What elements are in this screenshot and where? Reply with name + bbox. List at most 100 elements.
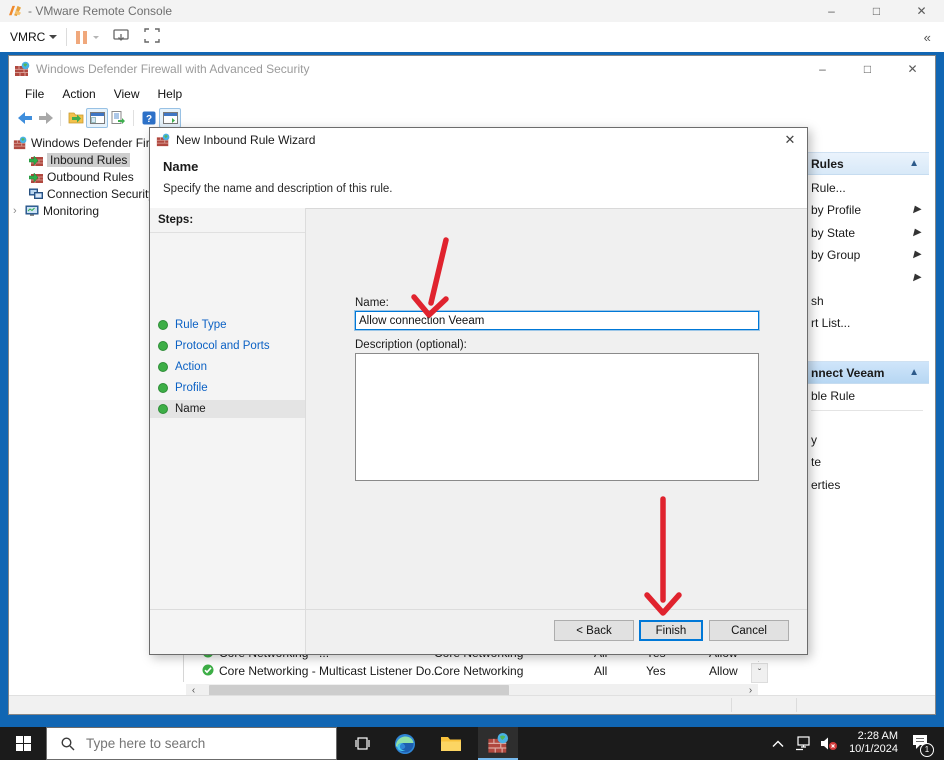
wizard-title: New Inbound Rule Wizard xyxy=(176,133,316,147)
firewall-app-icon xyxy=(15,61,30,76)
vmware-maximize-button[interactable]: □ xyxy=(854,0,899,22)
tree-item-connection-security-rules[interactable]: Connection Security R xyxy=(29,185,166,202)
show-action-pane-button[interactable] xyxy=(159,107,181,128)
submenu-arrow-icon: ▶ xyxy=(913,204,921,215)
vmware-titlebar: - VMware Remote Console – □ ✕ xyxy=(0,0,944,23)
search-input[interactable] xyxy=(84,735,288,752)
wizard-header: Name Specify the name and description of… xyxy=(150,152,807,209)
taskbar-firewall-app[interactable] xyxy=(478,727,518,760)
vmware-logo-icon xyxy=(9,5,21,17)
step-done-icon xyxy=(158,341,168,351)
action-center-button[interactable]: 1 xyxy=(902,727,938,760)
rules-list-row[interactable]: Core Networking - Multicast Listener Do.… xyxy=(194,662,759,679)
step-rule-type[interactable]: Rule Type xyxy=(150,316,305,334)
firewall-close-button[interactable]: ✕ xyxy=(890,58,935,80)
suspend-vm-button[interactable] xyxy=(76,30,88,44)
step-done-icon xyxy=(158,320,168,330)
clock-date: 10/1/2024 xyxy=(849,743,898,755)
back-button[interactable]: < Back xyxy=(554,620,634,641)
submenu-arrow-icon: ▶ xyxy=(913,249,921,260)
wizard-heading: Name xyxy=(163,159,199,174)
start-button[interactable] xyxy=(0,727,46,760)
forward-button[interactable] xyxy=(35,109,55,127)
step-profile[interactable]: Profile xyxy=(150,379,305,397)
menu-view[interactable]: View xyxy=(105,87,149,101)
name-field-label: Name: xyxy=(355,297,389,309)
firewall-maximize-button[interactable]: □ xyxy=(845,58,890,80)
vmrc-menu-label: VMRC xyxy=(10,30,46,44)
firewall-icon xyxy=(156,133,170,147)
rule-name-input[interactable] xyxy=(355,311,759,330)
edge-browser-icon[interactable] xyxy=(386,727,424,760)
steps-label: Steps: xyxy=(158,214,194,226)
collapse-up-icon[interactable]: ▲ xyxy=(909,367,919,378)
export-list-icon[interactable] xyxy=(108,109,128,127)
wizard-titlebar: New Inbound Rule Wizard ✕ xyxy=(150,128,807,152)
notification-badge: 1 xyxy=(920,743,934,757)
firewall-titlebar: Windows Defender Firewall with Advanced … xyxy=(9,56,935,82)
submenu-arrow-icon: ▶ xyxy=(913,227,921,238)
vertical-scroll-down-button[interactable]: ˇ xyxy=(751,663,768,683)
rule-description-textarea[interactable] xyxy=(355,353,759,481)
inbound-rules-icon xyxy=(29,154,43,166)
step-done-icon xyxy=(158,383,168,393)
tree-item-inbound-rules[interactable]: Inbound Rules xyxy=(29,151,131,168)
wizard-subheading: Specify the name and description of this… xyxy=(163,183,393,195)
monitoring-icon xyxy=(25,205,39,216)
vmware-toolbar: VMRC « xyxy=(0,22,944,53)
cancel-button[interactable]: Cancel xyxy=(709,620,789,641)
firewall-icon xyxy=(13,136,27,149)
firewall-window-title: Windows Defender Firewall with Advanced … xyxy=(36,62,310,76)
taskbar: 2:28 AM 10/1/2024 1 xyxy=(0,727,944,760)
show-console-tree-icon[interactable] xyxy=(66,109,86,127)
menu-file[interactable]: File xyxy=(16,87,53,101)
new-inbound-rule-wizard: New Inbound Rule Wizard ✕ Name Specify t… xyxy=(149,127,808,655)
firewall-minimize-button[interactable]: – xyxy=(800,58,845,80)
finish-button[interactable]: Finish xyxy=(639,620,703,641)
step-done-icon xyxy=(158,362,168,372)
svg-text:?: ? xyxy=(146,114,152,125)
tree-item-outbound-rules[interactable]: Outbound Rules xyxy=(29,168,134,185)
menu-action[interactable]: Action xyxy=(53,87,104,101)
actions-divider xyxy=(811,410,923,411)
step-protocol-and-ports[interactable]: Protocol and Ports xyxy=(150,337,305,355)
tray-clock[interactable]: 2:28 AM 10/1/2024 xyxy=(838,730,898,756)
chevron-down-icon xyxy=(49,35,58,39)
tree-item-label: Outbound Rules xyxy=(47,169,134,184)
submenu-arrow-icon: ▶ xyxy=(913,272,921,283)
show-hide-console-tree-button[interactable] xyxy=(86,107,108,128)
send-ctrl-alt-del-button[interactable] xyxy=(113,28,130,46)
allowed-rule-icon xyxy=(202,664,214,679)
toolbar-separator xyxy=(133,109,134,126)
toolbar-separator xyxy=(66,28,68,46)
wizard-close-button[interactable]: ✕ xyxy=(781,132,799,148)
firewall-menubar: File Action View Help xyxy=(9,82,935,105)
collapse-up-icon[interactable]: ▲ xyxy=(909,158,919,169)
tree-item-label: Monitoring xyxy=(43,203,100,218)
file-explorer-icon[interactable] xyxy=(432,727,470,760)
menu-help[interactable]: Help xyxy=(149,87,192,101)
toolbar-separator xyxy=(60,109,61,126)
step-done-icon xyxy=(158,404,168,414)
actions-header-label: Rules xyxy=(811,156,844,171)
tray-show-hidden-icons-chevron[interactable] xyxy=(766,727,790,760)
tree-item-monitoring[interactable]: › Monitoring xyxy=(13,202,99,219)
vmware-close-button[interactable]: ✕ xyxy=(899,0,944,22)
step-name[interactable]: Name xyxy=(150,400,305,418)
fullscreen-button[interactable] xyxy=(144,28,161,46)
suspend-options-chevron-icon[interactable] xyxy=(93,35,100,39)
expand-chevron-icon[interactable]: › xyxy=(13,205,21,217)
vmware-window-title: - VMware Remote Console xyxy=(28,4,173,18)
vmrc-menu-button[interactable]: VMRC xyxy=(10,30,58,44)
back-button[interactable] xyxy=(15,109,35,127)
network-tray-icon[interactable] xyxy=(790,727,816,760)
help-button[interactable]: ? xyxy=(139,109,159,127)
taskbar-search[interactable] xyxy=(46,727,337,760)
vmware-minimize-button[interactable]: – xyxy=(809,0,854,22)
vmware-remote-console-window: - VMware Remote Console – □ ✕ VMRC « Win… xyxy=(0,0,944,760)
collapse-toolbar-icon[interactable]: « xyxy=(924,30,932,45)
connection-security-icon xyxy=(29,188,43,199)
task-view-button[interactable] xyxy=(344,727,380,760)
step-action[interactable]: Action xyxy=(150,358,305,376)
status-bar xyxy=(9,695,935,714)
